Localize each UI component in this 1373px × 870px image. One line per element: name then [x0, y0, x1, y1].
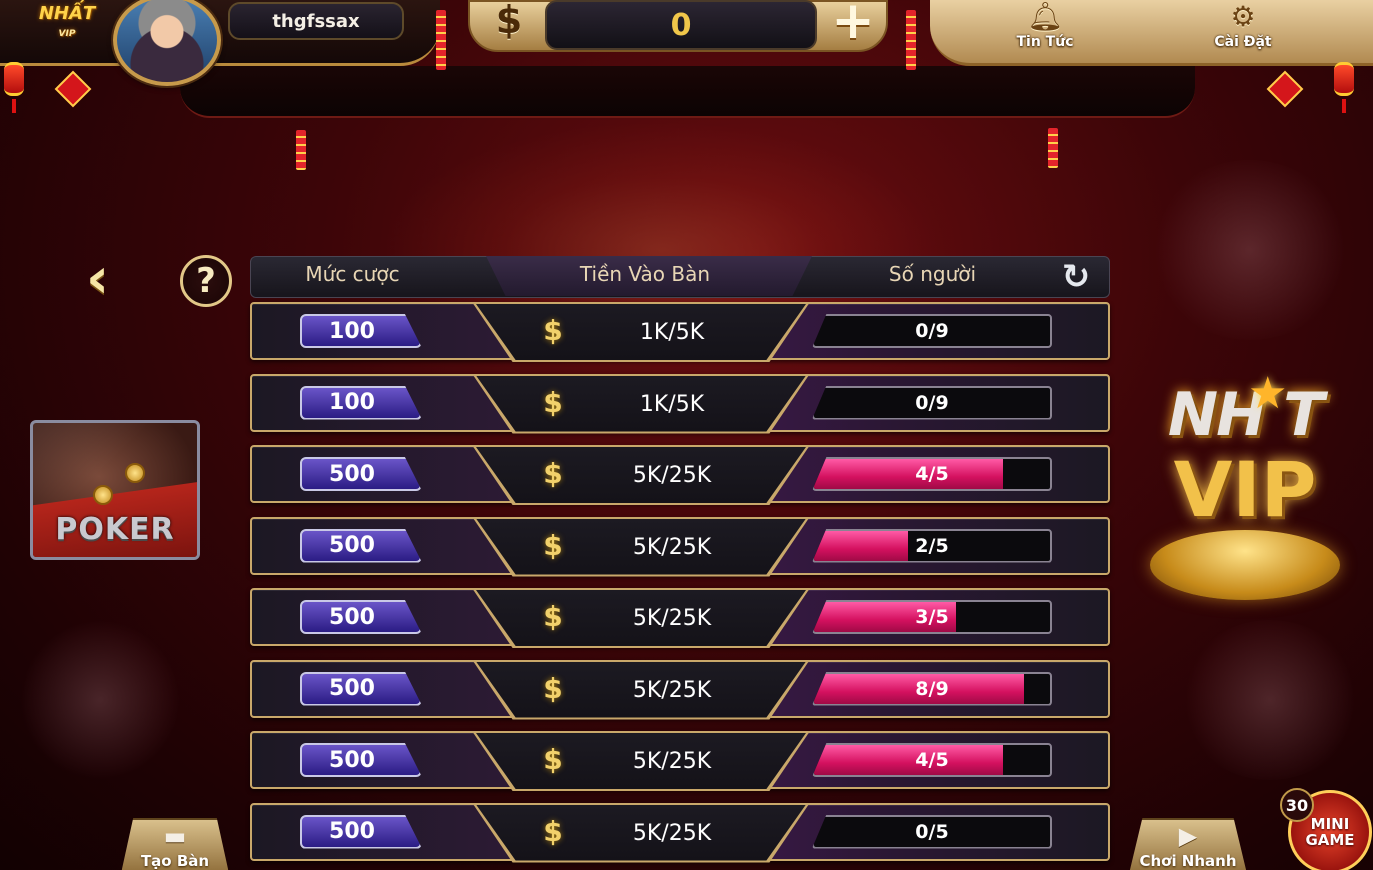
quick-play-button[interactable]: ▶ Chơi Nhanh: [1128, 818, 1248, 870]
dollar-icon: $: [543, 528, 563, 562]
blossom-decor: [1180, 620, 1360, 780]
minigame-badge: 30: [1280, 788, 1314, 822]
player-count: 0/9: [915, 391, 949, 414]
firecracker-decor: [296, 130, 306, 170]
dollar-icon: $: [495, 0, 523, 42]
column-players: Số người: [888, 262, 977, 286]
bet-badge: 500: [300, 457, 422, 491]
back-button[interactable]: ‹: [86, 251, 136, 308]
bet-badge: 500: [300, 814, 422, 849]
news-button[interactable]: 🔔︎ Tin Tức: [1000, 0, 1090, 60]
help-button[interactable]: ?: [180, 255, 232, 307]
news-label: Tin Tức: [1016, 34, 1074, 50]
table-row[interactable]: 500 $5K/25K 3/5: [250, 588, 1110, 648]
bet-badge: 100: [300, 314, 422, 348]
column-buyin: Tiền Vào Bàn: [579, 262, 711, 286]
minigame-label-2: GAME: [1305, 831, 1355, 849]
player-count: 0/5: [915, 820, 949, 843]
player-count: 0/9: [915, 320, 949, 342]
table-row[interactable]: 500 $5K/25K 0/5: [250, 802, 1110, 863]
buyin-value: 5K/25K: [632, 820, 712, 846]
gear-icon: ⚙: [1230, 0, 1256, 33]
player-count-bar: 4/5: [812, 743, 1052, 777]
dollar-icon: $: [543, 314, 563, 347]
player-count-bar: 4/5: [812, 457, 1052, 491]
dollar-icon: $: [543, 457, 563, 490]
minigame-label-1: MINI: [1310, 815, 1350, 833]
knot-decor: [1266, 70, 1304, 108]
dollar-icon: $: [543, 743, 563, 776]
game-name: POKER: [55, 512, 175, 547]
menu-plate: [930, 0, 1373, 66]
buyin-value: 5K/25K: [632, 606, 712, 631]
player-count-bar: 3/5: [812, 600, 1052, 634]
dollar-icon: $: [543, 385, 563, 419]
buyin-value: 5K/25K: [632, 677, 712, 703]
balance-value: 0: [545, 0, 817, 50]
player-count-bar: 0/5: [812, 814, 1052, 849]
knot-decor: [54, 70, 92, 108]
lantern-decor: [4, 62, 24, 113]
player-count: 3/5: [915, 606, 949, 628]
top-bar: NHẤT VIP thgfssax $ 0 + 🔔︎ Tin Tức ⚙ Cài…: [0, 0, 1373, 170]
player-count: 4/5: [915, 463, 949, 485]
table-icon: ▬: [163, 822, 187, 850]
brand-emblem: NH T ★ VIP: [1130, 360, 1360, 610]
brand-logo[interactable]: NHẤT VIP: [30, 4, 104, 44]
emblem-line1: NH T: [1167, 380, 1324, 450]
bet-badge: 500: [300, 743, 422, 777]
table-row[interactable]: 500 $5K/25K 4/5: [250, 445, 1110, 505]
table-row[interactable]: 100 $1K/5K 0/9: [250, 373, 1110, 434]
star-icon: ★: [1248, 368, 1288, 419]
firecracker-decor: [436, 10, 446, 70]
dollar-icon: $: [543, 814, 563, 848]
column-bet: Mức cược: [305, 262, 400, 286]
buyin-value: 5K/25K: [632, 749, 712, 774]
buyin-value: 5K/25K: [632, 534, 712, 560]
bell-icon: 🔔︎: [1027, 0, 1063, 33]
bet-badge: 500: [300, 600, 422, 634]
table-row[interactable]: 100 $1K/5K 0/9: [250, 302, 1110, 362]
buyin-value: 5K/25K: [632, 463, 712, 488]
top-decor-strip: [180, 66, 1195, 118]
player-count-bar: 0/9: [812, 314, 1052, 348]
emblem-line2: VIP: [1173, 445, 1317, 534]
player-count: 2/5: [915, 534, 949, 557]
bet-badge: 100: [300, 385, 422, 420]
dollar-icon: $: [543, 600, 563, 633]
player-count-bar: 8/9: [812, 671, 1052, 706]
bet-badge: 500: [300, 671, 422, 706]
player-count: 4/5: [915, 749, 949, 771]
emblem-base: [1150, 530, 1340, 600]
player-count: 8/9: [915, 677, 949, 700]
add-coins-button[interactable]: +: [822, 0, 884, 51]
table-row[interactable]: 500 $5K/25K 4/5: [250, 731, 1110, 791]
table-row[interactable]: 500 $5K/25K 2/5: [250, 516, 1110, 577]
lantern-decor: [1334, 62, 1354, 113]
player-count-bar: 2/5: [812, 528, 1052, 563]
username[interactable]: thgfssax: [228, 2, 404, 40]
firecracker-decor: [1048, 128, 1058, 168]
settings-button[interactable]: ⚙ Cài Đặt: [1198, 0, 1288, 60]
table-row[interactable]: 500 $5K/25K 8/9: [250, 659, 1110, 720]
buyin-value: 1K/5K: [639, 391, 705, 417]
refresh-icon[interactable]: ↻: [1056, 258, 1096, 296]
settings-label: Cài Đặt: [1214, 34, 1272, 50]
chip-icon: [93, 485, 113, 505]
firecracker-decor: [906, 10, 916, 70]
create-table-label: Tạo Bàn: [140, 852, 210, 870]
logo-text: NHẤT: [38, 3, 96, 24]
bet-badge: 500: [300, 528, 422, 563]
player-count-bar: 0/9: [812, 385, 1052, 420]
dollar-icon: $: [543, 671, 563, 705]
quick-play-label: Chơi Nhanh: [1139, 852, 1237, 870]
game-card-poker[interactable]: POKER: [30, 420, 200, 560]
create-table-button[interactable]: ▬ Tạo Bàn: [120, 818, 230, 870]
play-icon: ▶: [1178, 822, 1198, 850]
logo-subtext: VIP: [58, 29, 76, 39]
chip-icon: [125, 463, 145, 483]
blossom-decor: [1150, 160, 1350, 340]
buyin-value: 1K/5K: [639, 320, 705, 345]
blossom-decor: [20, 620, 180, 780]
